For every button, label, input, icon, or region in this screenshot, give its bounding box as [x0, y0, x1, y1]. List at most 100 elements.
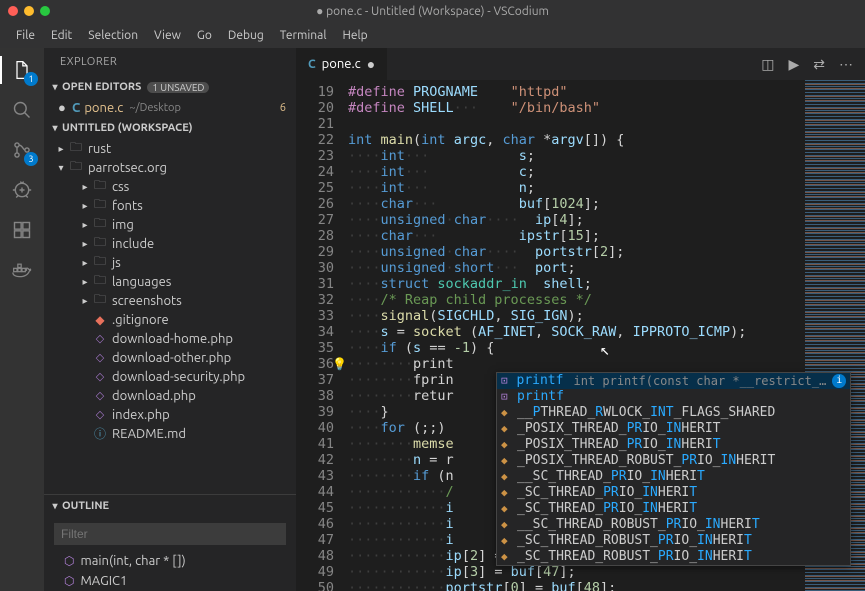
outline-header[interactable]: ▾ OUTLINE	[44, 495, 296, 517]
chevron-down-icon: ▾	[48, 122, 62, 134]
window-title: ● pone.c - Untitled (Workspace) - VSCodi…	[316, 4, 549, 18]
file-README.md[interactable]: ⓘREADME.md	[44, 424, 296, 443]
folder-screenshots[interactable]: ▸🗀screenshots	[44, 291, 296, 310]
tab-pone-c[interactable]: C pone.c ●	[296, 48, 388, 80]
folder-include[interactable]: ▸🗀include	[44, 234, 296, 253]
sidebar: EXPLORER ▾ OPEN EDITORS 1 UNSAVED ●Cpone…	[44, 48, 296, 591]
menu-file[interactable]: File	[8, 27, 43, 44]
file-.gitignore[interactable]: ◆.gitignore	[44, 310, 296, 329]
suggest-item[interactable]: ◆ _POSIX_THREAD_PRIO_INHERIT	[497, 437, 850, 453]
suggest-item[interactable]: ◆ _SC_THREAD_PRIO_INHERIT	[497, 485, 850, 501]
file-download-home.php[interactable]: ◇download-home.php	[44, 329, 296, 348]
code-line[interactable]: ····int··· c;	[348, 164, 865, 180]
code-line[interactable]: ····unsigned·short··· port;	[348, 260, 865, 276]
lightbulb-icon[interactable]: 💡	[332, 356, 347, 372]
suggest-item[interactable]: ◆ _SC_THREAD_PRIO_INHERIT	[497, 501, 850, 517]
suggest-item[interactable]: ◆ __SC_THREAD_PRIO_INHERIT	[497, 469, 850, 485]
code-line[interactable]: ····unsigned·char···· ip[4];	[348, 212, 865, 228]
extensions-activity-icon[interactable]	[8, 216, 36, 244]
close-window-button[interactable]	[8, 6, 18, 16]
folder-parrotsec.org[interactable]: ▾🗀parrotsec.org	[44, 158, 296, 177]
activitybar: 1 3	[0, 48, 44, 591]
suggest-item[interactable]: ◆ _SC_THREAD_ROBUST_PRIO_INHERIT	[497, 533, 850, 549]
code-line[interactable]: ····/* Reap child processes */	[348, 292, 865, 308]
window-controls	[8, 6, 50, 16]
info-icon[interactable]: i	[832, 374, 846, 388]
file-download-security.php[interactable]: ◇download-security.php	[44, 367, 296, 386]
menu-terminal[interactable]: Terminal	[272, 27, 335, 44]
suggest-item[interactable]: ◆ _POSIX_THREAD_PRIO_INHERIT	[497, 421, 850, 437]
scm-activity-icon[interactable]: 3	[8, 136, 36, 164]
code-line[interactable]: ····unsigned·char···· portstr[2];	[348, 244, 865, 260]
suggest-item[interactable]: ◆ _SC_THREAD_ROBUST_PRIO_INHERIT	[497, 549, 850, 565]
menu-edit[interactable]: Edit	[43, 27, 80, 44]
search-activity-icon[interactable]	[8, 96, 36, 124]
more-icon[interactable]: ⋯	[839, 56, 853, 73]
workspace-header[interactable]: ▾ UNTITLED (WORKSPACE)	[44, 117, 296, 139]
suggest-item[interactable]: ⊡ printfint printf(const char *__restric…	[497, 373, 850, 389]
code-line[interactable]: ····if (s == -1) {	[348, 340, 865, 356]
suggest-item[interactable]: ◆ __PTHREAD_RWLOCK_INT_FLAGS_SHARED	[497, 405, 850, 421]
menubar: FileEditSelectionViewGoDebugTerminalHelp	[0, 22, 865, 48]
menu-view[interactable]: View	[146, 27, 189, 44]
suggest-item[interactable]: ◆ __SC_THREAD_ROBUST_PRIO_INHERIT	[497, 517, 850, 533]
code-editor[interactable]: 1920212223242526272829303132333435363738…	[296, 80, 865, 591]
editor-actions: ◫ ▶ ⇄ ⋯	[761, 56, 865, 73]
code-line[interactable]: ····signal(SIGCHLD, SIG_IGN);	[348, 308, 865, 324]
folder-fonts[interactable]: ▸🗀fonts	[44, 196, 296, 215]
docker-activity-icon[interactable]	[8, 256, 36, 284]
code-line[interactable]: ····int··· n;	[348, 180, 865, 196]
explorer-badge: 1	[24, 72, 38, 86]
run-icon[interactable]: ▶	[788, 56, 799, 73]
code-line[interactable]: ····int··· s;	[348, 148, 865, 164]
file-download-other.php[interactable]: ◇download-other.php	[44, 348, 296, 367]
folder-rust[interactable]: ▸🗀rust	[44, 139, 296, 158]
outline-symbol[interactable]: ⬡MAGIC1	[44, 571, 296, 591]
code-line[interactable]: ········print	[348, 356, 865, 372]
intellisense-popup[interactable]: ⊡ printfint printf(const char *__restric…	[496, 372, 851, 566]
file-download.php[interactable]: ◇download.php	[44, 386, 296, 405]
menu-help[interactable]: Help	[334, 27, 375, 44]
folder-languages[interactable]: ▸🗀languages	[44, 272, 296, 291]
code-line[interactable]: ····struct sockaddr_in shell;	[348, 276, 865, 292]
sidebar-title: EXPLORER	[44, 48, 296, 76]
minimize-window-button[interactable]	[24, 6, 34, 16]
workspace-label: UNTITLED (WORKSPACE)	[62, 122, 193, 134]
explorer-activity-icon[interactable]: 1	[8, 56, 36, 84]
editor-area: C pone.c ● ◫ ▶ ⇄ ⋯ 192021222324252627282…	[296, 48, 865, 591]
folder-css[interactable]: ▸🗀css	[44, 177, 296, 196]
outline-symbol[interactable]: ⬡main(int, char * [])	[44, 551, 296, 571]
code-line[interactable]: #define SHELL··· "/bin/bash"	[348, 100, 865, 116]
code-line[interactable]: int main(int argc, char *argv[]) {	[348, 132, 865, 148]
suggest-item[interactable]: ◆ _POSIX_THREAD_ROBUST_PRIO_INHERIT	[497, 453, 850, 469]
code-line[interactable]: ····char··· buf[1024];	[348, 196, 865, 212]
scm-badge: 3	[24, 152, 38, 166]
open-editors-header[interactable]: ▾ OPEN EDITORS 1 UNSAVED	[44, 76, 296, 98]
split-editor-icon[interactable]: ◫	[761, 56, 774, 73]
debug-activity-icon[interactable]	[8, 176, 36, 204]
outline-list: ⬡main(int, char * [])⬡MAGIC1	[44, 551, 296, 591]
code-line[interactable]	[348, 116, 865, 132]
workspace-file-tree: ▸🗀rust▾🗀parrotsec.org▸🗀css▸🗀fonts▸🗀img▸🗀…	[44, 139, 296, 490]
code-line[interactable]: #define PROGNAME "httpd"	[348, 84, 865, 100]
menu-debug[interactable]: Debug	[220, 27, 272, 44]
line-number-gutter: 1920212223242526272829303132333435363738…	[296, 80, 348, 591]
maximize-window-button[interactable]	[40, 6, 50, 16]
menu-go[interactable]: Go	[189, 27, 220, 44]
folder-img[interactable]: ▸🗀img	[44, 215, 296, 234]
code-line[interactable]: ············ip[3] = buf[47];	[348, 564, 865, 580]
code-line[interactable]: ············portstr[0] = buf[48];	[348, 580, 865, 591]
outline-label: OUTLINE	[62, 500, 109, 512]
outline-filter-input[interactable]	[54, 523, 286, 545]
menu-selection[interactable]: Selection	[80, 27, 146, 44]
chevron-down-icon: ▾	[48, 500, 62, 512]
folder-js[interactable]: ▸🗀js	[44, 253, 296, 272]
code-line[interactable]: ····char··· ipstr[15];	[348, 228, 865, 244]
tab-name: pone.c	[322, 57, 361, 71]
file-index.php[interactable]: ◇index.php	[44, 405, 296, 424]
chevron-down-icon: ▾	[48, 81, 62, 93]
compare-icon[interactable]: ⇄	[813, 56, 825, 73]
code-line[interactable]: ····s = socket (AF_INET, SOCK_RAW, IPPRO…	[348, 324, 865, 340]
suggest-item[interactable]: ⊡ printf	[497, 389, 850, 405]
open-editor-item[interactable]: ●Cpone.c~/Desktop6	[44, 98, 296, 117]
